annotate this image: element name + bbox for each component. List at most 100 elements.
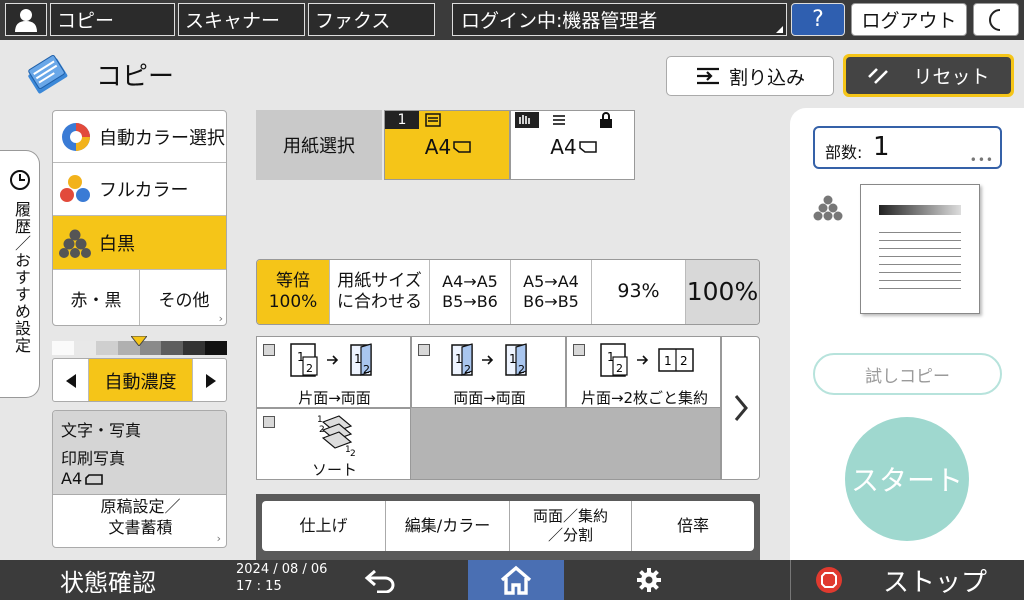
clock-icon (10, 170, 30, 190)
settings-button[interactable] (624, 563, 674, 597)
two-to-two-sided-icon: 1212 (451, 343, 527, 376)
paper-orientation-icon (578, 141, 597, 153)
sort-button[interactable]: 1212 ソート (256, 408, 411, 480)
copies-label: 部数: (825, 143, 863, 162)
combine-2in1-button[interactable]: 1212 片面→2枚ごと集約 (566, 336, 721, 408)
full-color-icon (60, 175, 90, 202)
red-black-button[interactable]: 赤・黒 (53, 270, 140, 325)
density-decrease-button[interactable] (53, 359, 89, 401)
duplex-2to2-button[interactable]: 1212 両面→両面 (411, 336, 566, 408)
tab-edit-color[interactable]: 編集/カラー (386, 501, 510, 551)
density-increase-button[interactable] (192, 359, 226, 401)
tray-number: 1 (385, 111, 419, 129)
sample-copy-button[interactable]: 試しコピー (813, 353, 1002, 395)
moon-icon (989, 8, 1001, 31)
status-check-button[interactable]: 状態確認 (60, 563, 156, 598)
ratio-current-value[interactable]: 100% (686, 260, 759, 324)
svg-text:2: 2 (680, 354, 688, 368)
paper-tray-icon (425, 113, 441, 127)
bottom-tab-bar: 仕上げ 編集/カラー 両面／集約 ／分割 倍率 (262, 501, 754, 551)
svg-text:2: 2 (616, 362, 623, 375)
night-mode-button[interactable] (973, 3, 1019, 36)
bypass-paper-icon (553, 115, 565, 125)
stop-button[interactable]: ストップ (790, 560, 1024, 600)
back-button[interactable] (352, 563, 408, 597)
chevron-right-icon (734, 395, 748, 421)
duplex-2to2-label: 両面→両面 (453, 389, 526, 407)
density-control: 自動濃度 (52, 358, 227, 402)
svg-text:2: 2 (363, 363, 370, 376)
lock-icon (600, 112, 612, 128)
full-color-button[interactable]: フルカラー (53, 163, 226, 216)
tray1-paper-size: A4 (424, 135, 452, 159)
svg-text:2: 2 (464, 363, 471, 376)
paper-tray-1-button[interactable]: 1 A4 (384, 110, 510, 180)
login-status[interactable]: ログイン中:機器管理者 (452, 3, 787, 36)
ratio-same-button[interactable]: 等倍 100% (257, 260, 330, 324)
corner-triangle-icon (776, 26, 783, 33)
ratio-reduce-line1: A4→A5 (442, 272, 498, 291)
interrupt-button[interactable]: 割り込み (666, 56, 834, 96)
copies-field[interactable]: 部数: 1 ••• (813, 126, 1002, 169)
start-button[interactable]: スタート (845, 417, 969, 541)
svg-text:1: 1 (354, 352, 362, 366)
tab-ratio[interactable]: 倍率 (632, 501, 754, 551)
interrupt-label: 割り込み (728, 66, 805, 89)
home-button[interactable] (468, 560, 564, 600)
chevron-right-icon: › (218, 312, 223, 325)
login-status-text: ログイン中:機器管理者 (461, 10, 658, 32)
ratio-reduce-button[interactable]: A4→A5 B5→B6 (430, 260, 511, 324)
help-button[interactable]: ? (791, 3, 845, 36)
auto-density-button[interactable]: 自動濃度 (89, 359, 192, 401)
tab-duplex-combine[interactable]: 両面／集約 ／分割 (510, 501, 632, 551)
ratio-enlarge-button[interactable]: A5→A4 B6→B5 (511, 260, 592, 324)
sort-stack-icon: 121 2 (317, 415, 356, 456)
auto-color-label: 自動カラー選択 (99, 127, 225, 149)
auto-color-button[interactable]: 自動カラー選択 (53, 111, 226, 163)
paper-bypass-button[interactable]: A4 (510, 110, 635, 180)
auto-color-icon (62, 122, 90, 151)
chevron-right-icon: › (216, 532, 221, 545)
checkbox (573, 344, 585, 356)
next-page-button[interactable] (721, 336, 760, 480)
original-settings-button[interactable]: 原稿設定／ 文書蓄積 (53, 497, 226, 539)
tab-duplex-line1: 両面／集約 (532, 507, 608, 526)
ratio-93-button[interactable]: 93% (592, 260, 686, 324)
full-color-label: フルカラー (99, 180, 189, 201)
user-icon (15, 8, 37, 32)
tab-copy[interactable]: コピー (50, 3, 175, 36)
tab-duplex-line2: ／分割 (547, 526, 593, 544)
checkbox (418, 344, 430, 356)
combine-2in1-label: 片面→2枚ごと集約 (580, 389, 709, 407)
original-size: A4 (61, 469, 83, 488)
ratio-enlarge-line1: A5→A4 (523, 272, 579, 291)
svg-text:2: 2 (518, 363, 525, 376)
back-arrow-icon (364, 569, 395, 593)
date: 2024 / 08 / 06 (236, 562, 328, 577)
bypass-tray-icon (515, 112, 539, 128)
density-marker-icon (131, 336, 147, 346)
tab-fax[interactable]: ファクス (308, 3, 435, 36)
duplex-1to2-button[interactable]: 1212 片面→両面 (256, 336, 411, 408)
ratio-fit-paper-button[interactable]: 用紙サイズ に合わせる (330, 260, 430, 324)
tab-scanner[interactable]: スキャナー (178, 3, 305, 36)
original-type: 文字・写真 (61, 421, 142, 440)
reset-icon (868, 67, 889, 84)
history-side-tab[interactable]: 履歴／おすすめ設定 (0, 150, 40, 398)
black-white-button[interactable]: 白黒 (53, 216, 226, 270)
user-icon-button[interactable] (5, 3, 47, 36)
color-mode-panel: 自動カラー選択 フルカラー 白黒 赤・黒 その他 › (52, 110, 227, 326)
original-settings-panel[interactable]: 文字・写真 印刷写真 A4 原稿設定／ 文書蓄積 › (52, 410, 227, 548)
ratio-row: 等倍 100% 用紙サイズ に合わせる A4→A5 B5→B6 A5→A4 B6… (256, 259, 760, 325)
original-settings-line1: 原稿設定／ (100, 497, 181, 516)
svg-text:1: 1 (455, 352, 463, 366)
history-tab-label: 履歴／おすすめ設定 (12, 201, 31, 354)
interrupt-icon (696, 67, 719, 85)
preview-page (860, 184, 980, 314)
logout-button[interactable]: ログアウト (851, 3, 967, 36)
combine-two-pages-icon: 121 2 (600, 343, 694, 377)
ratio-fit-line2: に合わせる (337, 292, 422, 312)
reset-button[interactable]: リセット (843, 54, 1014, 97)
tab-finishing[interactable]: 仕上げ (262, 501, 386, 551)
other-color-button[interactable]: その他 › (140, 270, 226, 325)
